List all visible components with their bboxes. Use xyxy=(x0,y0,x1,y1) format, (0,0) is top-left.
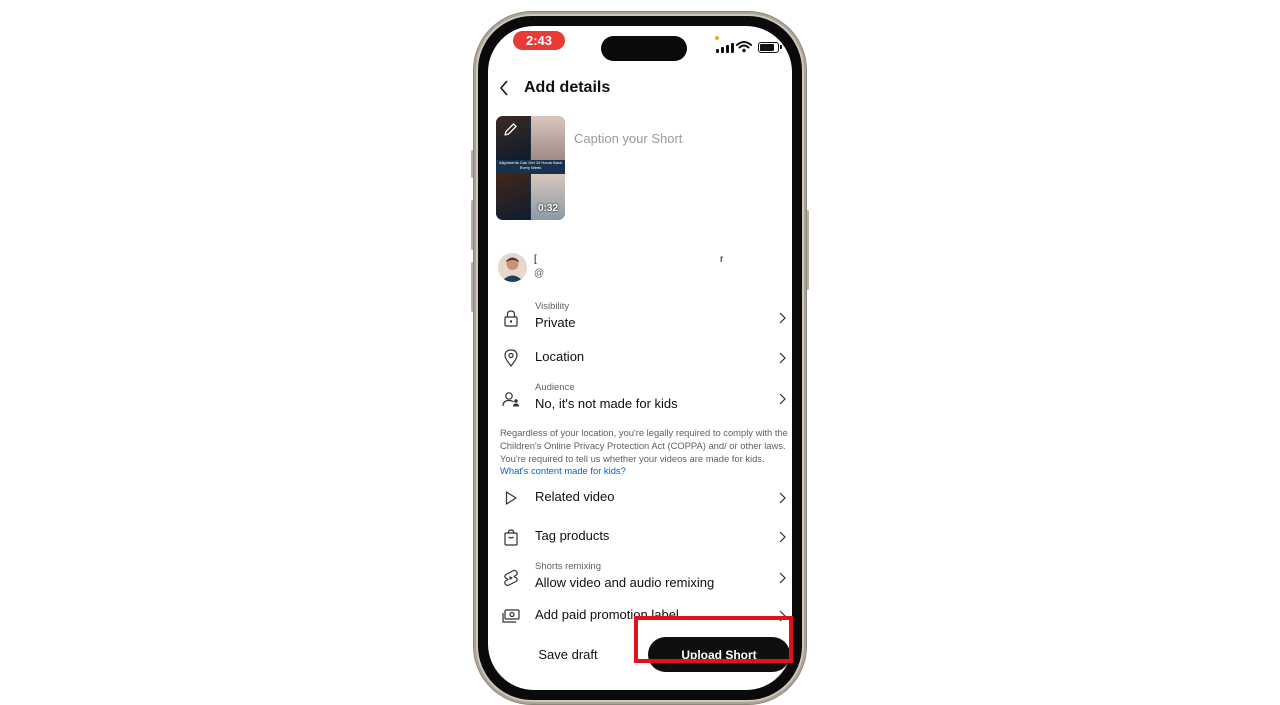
location-pin-icon xyxy=(501,348,521,368)
lock-icon xyxy=(501,308,521,328)
upload-highlight-box xyxy=(634,616,793,663)
page-title: Add details xyxy=(524,79,611,96)
remixing-row[interactable]: Shorts remixing Allow video and audio re… xyxy=(488,558,792,594)
chevron-right-icon xyxy=(776,311,788,325)
remixing-label: Shorts remixing xyxy=(535,561,601,572)
chevron-right-icon xyxy=(776,392,788,406)
status-time: 2:43 xyxy=(513,31,565,50)
related-video-row[interactable]: Related video xyxy=(488,484,792,512)
remix-icon xyxy=(501,568,521,588)
cellular-signal-icon xyxy=(716,42,734,53)
avatar xyxy=(498,253,527,282)
coppa-text: Regardless of your location, you're lega… xyxy=(500,427,788,464)
dynamic-island xyxy=(601,36,687,61)
visibility-row[interactable]: Visibility Private xyxy=(488,298,792,334)
back-button[interactable] xyxy=(494,78,514,98)
edit-pencil-icon[interactable] xyxy=(502,122,518,138)
camera-indicator-dot xyxy=(715,36,719,40)
visibility-value: Private xyxy=(535,315,576,330)
channel-name: [ xyxy=(534,254,537,265)
play-icon xyxy=(501,488,521,508)
chevron-right-icon xyxy=(776,571,788,585)
caption-input[interactable] xyxy=(574,131,774,146)
phone-bezel: 2:43 Add details Alignments Can Get 10 H… xyxy=(478,16,802,700)
coppa-notice: Regardless of your location, you're lega… xyxy=(500,427,792,478)
thumbnail-frame xyxy=(531,116,565,160)
paid-promotion-icon xyxy=(501,606,521,626)
kids-content-link[interactable]: What's content made for kids? xyxy=(500,465,626,476)
tag-products-row[interactable]: Tag products xyxy=(488,523,792,551)
location-label: Location xyxy=(535,349,585,364)
chevron-right-icon xyxy=(776,491,788,505)
thumbnail-banner: Alignments Can Get 10 Hours Back Every W… xyxy=(496,160,565,174)
save-draft-button[interactable]: Save draft xyxy=(528,643,608,665)
wifi-icon xyxy=(736,41,752,53)
chevron-left-icon xyxy=(500,80,508,96)
thumbnail-frame xyxy=(496,174,530,220)
channel-name-tail: r xyxy=(720,254,724,265)
remixing-value: Allow video and audio remixing xyxy=(535,575,715,590)
related-video-label: Related video xyxy=(535,489,615,504)
tag-products-label: Tag products xyxy=(535,528,610,543)
audience-icon xyxy=(501,389,521,409)
audience-value: No, it's not made for kids xyxy=(535,396,678,411)
audience-label: Audience xyxy=(535,382,575,393)
video-thumbnail[interactable]: Alignments Can Get 10 Hours Back Every W… xyxy=(496,116,565,220)
chevron-right-icon xyxy=(776,351,788,365)
chevron-right-icon xyxy=(776,530,788,544)
shopping-bag-icon xyxy=(501,527,521,547)
phone-frame: 2:43 Add details Alignments Can Get 10 H… xyxy=(474,12,806,704)
channel-row: [ @ r xyxy=(498,253,778,283)
phone-screen: 2:43 Add details Alignments Can Get 10 H… xyxy=(488,26,792,690)
battery-icon xyxy=(758,42,782,53)
location-row[interactable]: Location xyxy=(488,344,792,372)
video-duration: 0:32 xyxy=(537,203,558,214)
phone-power-button xyxy=(806,210,809,290)
audience-row[interactable]: Audience No, it's not made for kids xyxy=(488,379,792,415)
visibility-label: Visibility xyxy=(535,301,570,312)
channel-handle: @ xyxy=(534,268,545,279)
